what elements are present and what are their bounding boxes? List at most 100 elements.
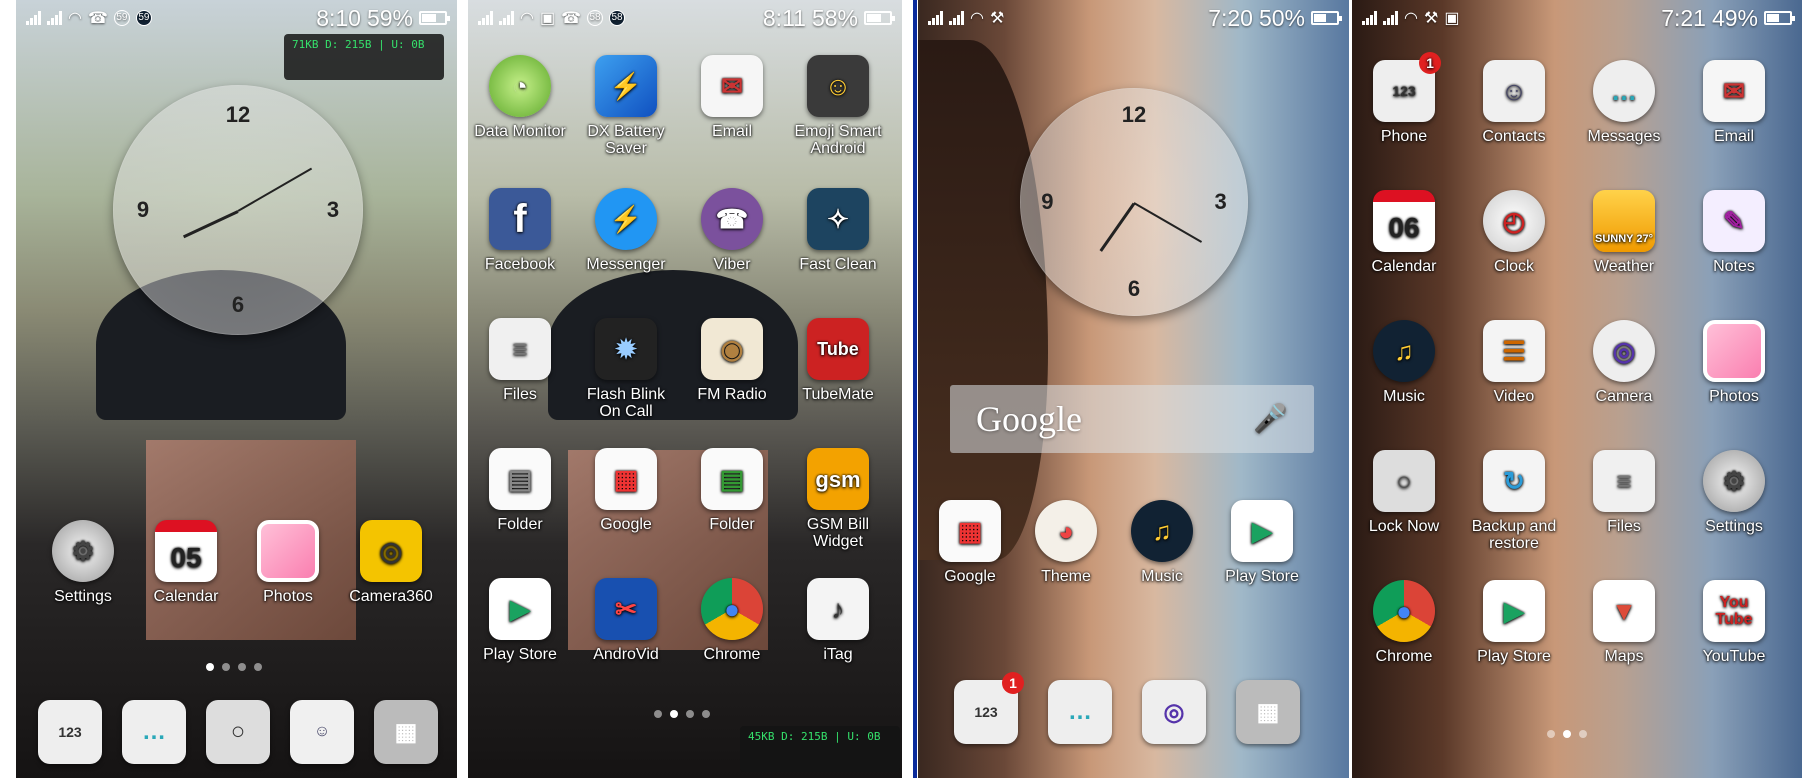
app-play-store[interactable]: ▶ Play Store: [468, 578, 572, 663]
app-label: DX Battery Saver: [587, 123, 665, 157]
app-google-folder[interactable]: ▦ Google: [918, 500, 1022, 585]
app-label: Backup and restore: [1471, 518, 1557, 552]
signal-icon-2: [47, 11, 62, 25]
app-photos[interactable]: Photos: [1682, 320, 1786, 405]
network-monitor: 45KB D: 215B | U: 0B: [740, 726, 900, 772]
app-messages[interactable]: … Messages: [1572, 60, 1676, 145]
google-search-bar[interactable]: Google 🎤: [950, 385, 1314, 453]
app-play-store[interactable]: ▶ Play Store: [1462, 580, 1566, 665]
play-store-icon: ▶: [489, 578, 551, 640]
app-label: Chrome: [703, 646, 761, 663]
app-youtube[interactable]: You Tube YouTube: [1682, 580, 1786, 665]
screen-divider: [913, 0, 917, 778]
app-lock-now[interactable]: ○ Lock Now: [1352, 450, 1456, 535]
clock-12: 12: [1121, 102, 1147, 128]
battery-icon: [1311, 11, 1342, 25]
app-label: Camera360: [349, 588, 433, 605]
app-music[interactable]: ♫ Music: [1110, 500, 1214, 585]
app-files[interactable]: ≡ Files: [468, 318, 572, 403]
app-label: iTag: [823, 646, 853, 663]
page-dot: [670, 710, 678, 718]
battery-percent: 50%: [1258, 4, 1305, 31]
analog-clock-widget[interactable]: 12 3 6 9: [1020, 88, 1248, 316]
app-messenger[interactable]: ⚡ Messenger: [574, 188, 678, 273]
wifi-icon: ◠: [520, 10, 534, 27]
app-tubemate[interactable]: Tube TubeMate: [786, 318, 890, 403]
messenger-icon: ⚡: [595, 188, 657, 250]
app-label: Photos: [1709, 388, 1759, 405]
app-dx-battery-saver[interactable]: ⚡ DX Battery Saver: [574, 55, 678, 157]
broom-icon: ⚒: [989, 10, 1005, 27]
phone-dialer-icon[interactable]: 123 1: [954, 672, 1024, 744]
app-chrome[interactable]: ● Chrome: [1352, 580, 1456, 665]
app-calendar[interactable]: 05 Calendar: [134, 520, 238, 605]
contacts-icon[interactable]: ☺: [290, 700, 354, 764]
camera-icon[interactable]: ◎: [1142, 680, 1206, 744]
app-notes[interactable]: ✎ Notes: [1682, 190, 1786, 275]
app-email[interactable]: ✉ Email: [680, 55, 784, 140]
app-chrome[interactable]: ● Chrome: [680, 578, 784, 663]
network-monitor: 71KB D: 215B | U: 0B: [284, 34, 444, 80]
app-weather[interactable]: SUNNY 27° Weather: [1572, 190, 1676, 275]
messages-icon[interactable]: …: [122, 700, 186, 764]
app-google-folder[interactable]: ▦ Google: [574, 448, 678, 533]
photos-icon: [1703, 320, 1765, 382]
settings-icon: ⚙: [52, 520, 114, 582]
battery-percent: 49%: [1711, 4, 1758, 31]
app-calendar[interactable]: 06 Calendar: [1352, 190, 1456, 275]
app-files[interactable]: ≡ Files: [1572, 450, 1676, 535]
app-androvid[interactable]: ✂ AndroVid: [574, 578, 678, 663]
status-bar: ◠ ▣ ☎ 58 58 8:11 58%: [468, 0, 902, 36]
page-dot: [654, 710, 662, 718]
app-label: Folder: [497, 516, 543, 533]
app-phone[interactable]: 123 1 Phone: [1352, 52, 1456, 145]
viber-icon: ☎: [701, 188, 763, 250]
app-camera360[interactable]: ◎ Camera360: [339, 520, 443, 605]
app-label: GSM Bill Widget: [806, 516, 870, 550]
app-label: Photos: [263, 588, 313, 605]
app-emoji-smart[interactable]: ☺ Emoji Smart Android: [786, 55, 890, 157]
app-contacts[interactable]: ☺ Contacts: [1462, 60, 1566, 145]
app-photos[interactable]: Photos: [236, 520, 340, 605]
app-viber[interactable]: ☎ Viber: [680, 188, 784, 273]
app-label: Music: [1141, 568, 1183, 585]
email-icon: ✉: [701, 55, 763, 117]
app-backup-restore[interactable]: ↻ Backup and restore: [1462, 450, 1566, 552]
app-settings[interactable]: ⚙ Settings: [31, 520, 135, 605]
app-settings[interactable]: ⚙ Settings: [1682, 450, 1786, 535]
app-itag[interactable]: ♪ iTag: [786, 578, 890, 663]
messages-icon: …: [1593, 60, 1655, 122]
app-maps[interactable]: ▼ Maps: [1572, 580, 1676, 665]
clock-3: 3: [1214, 189, 1227, 214]
page-dot: [206, 663, 214, 671]
calendar-icon: 06: [1373, 190, 1435, 252]
app-fm-radio[interactable]: ◉ FM Radio: [680, 318, 784, 403]
messages-icon[interactable]: …: [1048, 680, 1112, 744]
app-email[interactable]: ✉ Email: [1682, 60, 1786, 145]
music-icon: ♫: [1373, 320, 1435, 382]
page-dot: [1579, 730, 1587, 738]
lock-now-icon[interactable]: ○: [206, 700, 270, 764]
app-data-monitor[interactable]: ◔ Data Monitor: [468, 55, 572, 140]
app-label: Notes: [1713, 258, 1755, 275]
app-flash-blink[interactable]: ✹ Flash Blink On Call: [574, 318, 678, 420]
app-drawer-icon[interactable]: ▦: [374, 700, 438, 764]
app-music[interactable]: ♫ Music: [1352, 320, 1456, 405]
app-fast-clean[interactable]: ✧ Fast Clean: [786, 188, 890, 273]
app-video[interactable]: ☰ Video: [1462, 320, 1566, 405]
analog-clock-widget[interactable]: 12 3 6 9: [113, 85, 363, 335]
app-label: YouTube: [1702, 648, 1766, 665]
app-theme[interactable]: ◕ Theme: [1014, 500, 1118, 585]
app-folder-2[interactable]: ▤ Folder: [680, 448, 784, 533]
app-folder-1[interactable]: ▤ Folder: [468, 448, 572, 533]
app-drawer-icon[interactable]: ▦: [1236, 680, 1300, 744]
app-camera[interactable]: ◎ Camera: [1572, 320, 1676, 405]
missed-call-badge: 1: [1002, 672, 1024, 694]
app-clock[interactable]: ◴ Clock: [1462, 190, 1566, 275]
app-play-store[interactable]: ▶ Play Store: [1210, 500, 1314, 585]
app-facebook[interactable]: f Facebook: [468, 188, 572, 273]
microphone-icon[interactable]: 🎤: [1253, 402, 1288, 436]
phone-dialer-icon[interactable]: 123: [38, 700, 102, 764]
app-gsm-bill[interactable]: gsm GSM Bill Widget: [786, 448, 890, 550]
phone-dialer-icon: 123 1: [1373, 52, 1441, 122]
